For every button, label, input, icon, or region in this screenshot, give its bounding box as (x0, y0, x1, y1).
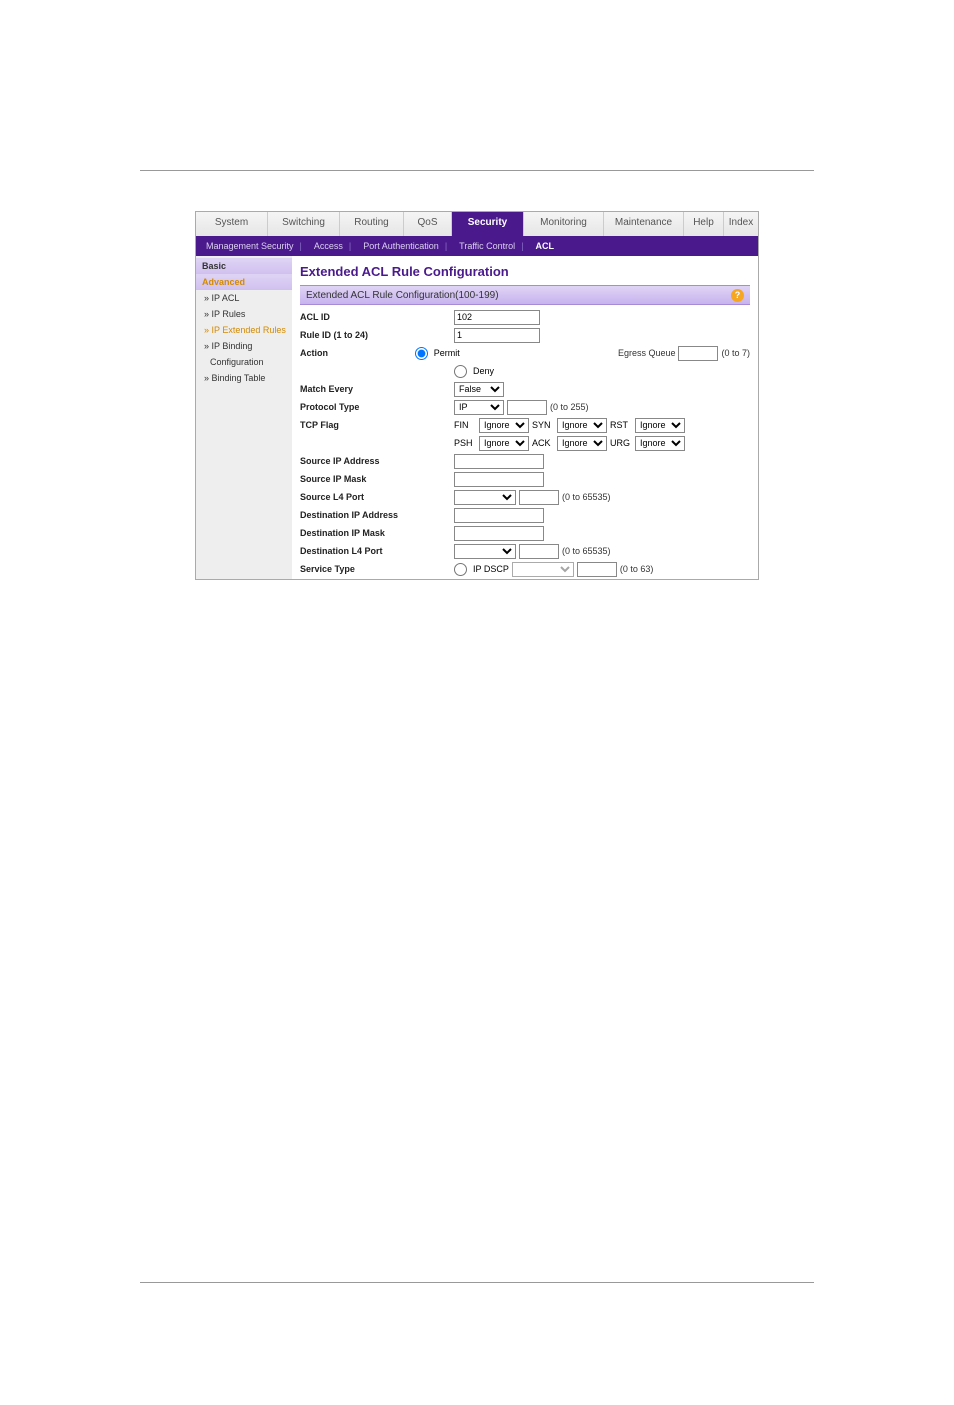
subtab-access[interactable]: Access (308, 241, 357, 251)
ip-dscp-select[interactable] (512, 562, 574, 577)
psh-select[interactable]: Ignore (479, 436, 529, 451)
src-l4-select[interactable] (454, 490, 516, 505)
label-tcp-flag: TCP Flag (300, 420, 454, 430)
tab-monitoring[interactable]: Monitoring (524, 212, 604, 236)
dst-l4-hint: (0 to 65535) (562, 546, 611, 556)
label-acl-id: ACL ID (300, 312, 454, 322)
protocol-type-input[interactable] (507, 400, 547, 415)
psh-label: PSH (454, 438, 476, 448)
subtab-acl[interactable]: ACL (530, 241, 561, 251)
sidebar-item-ip-rules[interactable]: » IP Rules (196, 306, 292, 322)
sidebar: Basic Advanced » IP ACL » IP Rules » IP … (196, 256, 292, 579)
rst-label: RST (610, 420, 632, 430)
syn-label: SYN (532, 420, 554, 430)
sidebar-header-advanced[interactable]: Advanced (196, 274, 292, 290)
egress-queue-input[interactable] (678, 346, 718, 361)
tab-qos[interactable]: QoS (404, 212, 452, 236)
label-action: Action (300, 348, 415, 358)
tab-routing[interactable]: Routing (340, 212, 404, 236)
src-mask-input[interactable] (454, 472, 544, 487)
ip-dscp-label: IP DSCP (473, 564, 509, 574)
dst-ip-input[interactable] (454, 508, 544, 523)
tab-switching[interactable]: Switching (268, 212, 340, 236)
label-rule-id: Rule ID (1 to 24) (300, 330, 454, 340)
dscp-hint: (0 to 63) (620, 564, 654, 574)
fin-select[interactable]: Ignore (479, 418, 529, 433)
content-panel: Extended ACL Rule Configuration Extended… (292, 256, 758, 579)
sidebar-header-basic[interactable]: Basic (196, 258, 292, 274)
subtab-management-security[interactable]: Management Security (200, 241, 308, 251)
syn-select[interactable]: Ignore (557, 418, 607, 433)
sub-tabs: Management Security Access Port Authenti… (196, 236, 758, 256)
tab-security[interactable]: Security (452, 212, 524, 236)
form: ACL ID Rule ID (1 to 24) Action Permit (300, 309, 750, 577)
label-src-l4: Source L4 Port (300, 492, 454, 502)
tab-maintenance[interactable]: Maintenance (604, 212, 684, 236)
tab-index[interactable]: Index (724, 212, 758, 236)
fin-label: FIN (454, 420, 476, 430)
dst-l4-select[interactable] (454, 544, 516, 559)
rst-select[interactable]: Ignore (635, 418, 685, 433)
app-window: System Switching Routing QoS Security Mo… (195, 211, 759, 580)
label-src-mask: Source IP Mask (300, 474, 454, 484)
urg-label: URG (610, 438, 632, 448)
egress-label: Egress Queue (618, 348, 676, 358)
sidebar-item-configuration[interactable]: Configuration (196, 354, 292, 370)
src-l4-hint: (0 to 65535) (562, 492, 611, 502)
main-tabs: System Switching Routing QoS Security Mo… (196, 212, 758, 236)
src-ip-input[interactable] (454, 454, 544, 469)
sidebar-item-ip-binding[interactable]: » IP Binding (196, 338, 292, 354)
header-divider (140, 170, 814, 171)
action-deny-radio[interactable] (454, 365, 467, 378)
sidebar-item-ip-acl[interactable]: » IP ACL (196, 290, 292, 306)
ip-dscp-radio[interactable] (454, 563, 467, 576)
subtab-port-authentication[interactable]: Port Authentication (357, 241, 453, 251)
label-dst-ip: Destination IP Address (300, 510, 454, 520)
label-service-type: Service Type (300, 564, 454, 574)
section-title: Extended ACL Rule Configuration(100-199) (306, 290, 499, 301)
action-permit-radio[interactable] (415, 347, 428, 360)
protocol-type-select[interactable]: IP (454, 400, 504, 415)
label-dst-l4: Destination L4 Port (300, 546, 454, 556)
sidebar-item-binding-table[interactable]: » Binding Table (196, 370, 292, 386)
src-l4-input[interactable] (519, 490, 559, 505)
acl-id-input[interactable] (454, 310, 540, 325)
label-protocol-type: Protocol Type (300, 402, 454, 412)
section-header: Extended ACL Rule Configuration(100-199)… (300, 285, 750, 305)
help-icon[interactable]: ? (731, 289, 744, 302)
deny-label: Deny (473, 366, 494, 376)
dst-mask-input[interactable] (454, 526, 544, 541)
label-match-every: Match Every (300, 384, 454, 394)
rule-id-input[interactable] (454, 328, 540, 343)
protocol-hint: (0 to 255) (550, 402, 589, 412)
ack-label: ACK (532, 438, 554, 448)
egress-hint: (0 to 7) (721, 348, 750, 358)
page-title: Extended ACL Rule Configuration (300, 264, 750, 279)
ack-select[interactable]: Ignore (557, 436, 607, 451)
urg-select[interactable]: Ignore (635, 436, 685, 451)
label-src-ip: Source IP Address (300, 456, 454, 466)
footer-divider (140, 1282, 814, 1283)
tab-system[interactable]: System (196, 212, 268, 236)
label-dst-mask: Destination IP Mask (300, 528, 454, 538)
match-every-select[interactable]: False (454, 382, 504, 397)
ip-dscp-input[interactable] (577, 562, 617, 577)
permit-label: Permit (434, 348, 460, 358)
subtab-traffic-control[interactable]: Traffic Control (453, 241, 529, 251)
sidebar-item-ip-extended-rules[interactable]: » IP Extended Rules (196, 322, 292, 338)
tab-help[interactable]: Help (684, 212, 724, 236)
dst-l4-input[interactable] (519, 544, 559, 559)
